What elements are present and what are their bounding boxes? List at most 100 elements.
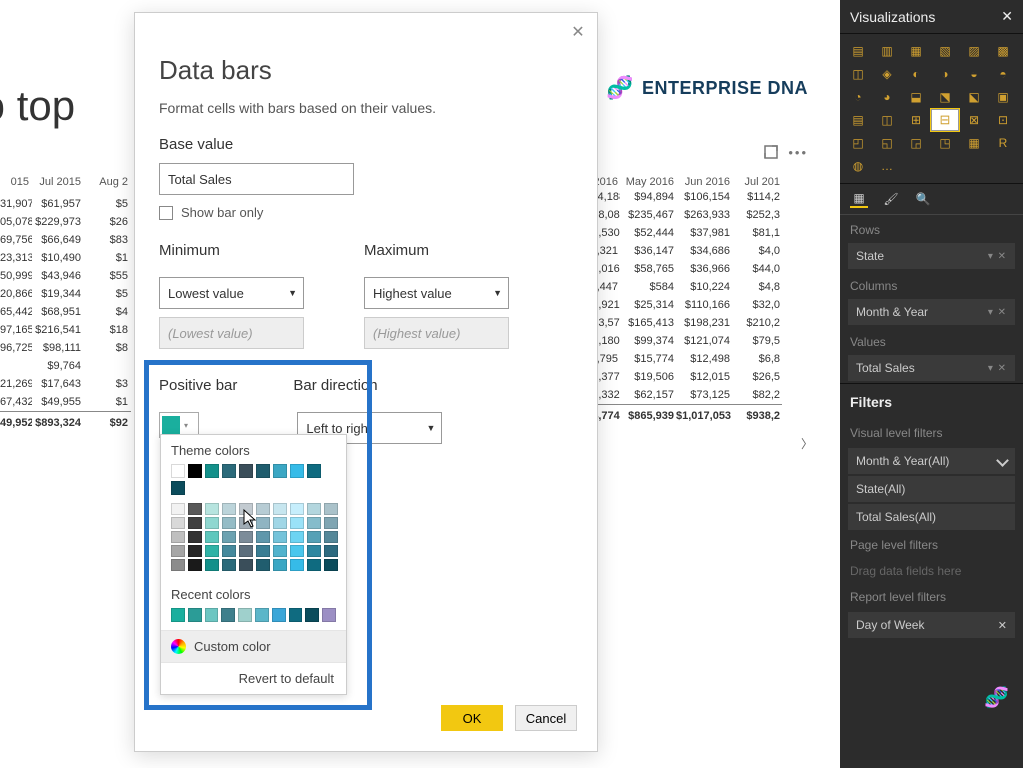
color-swatch[interactable] xyxy=(272,608,286,622)
more-options-icon[interactable]: ••• xyxy=(788,145,808,160)
color-swatch[interactable] xyxy=(307,531,321,543)
viz-type-icon[interactable]: ▣ xyxy=(989,86,1017,108)
drag-fields-hint[interactable]: Drag data fields here xyxy=(840,558,1023,584)
viz-type-icon[interactable]: ◔ xyxy=(844,86,872,108)
viz-type-icon[interactable]: ⊡ xyxy=(989,109,1017,131)
color-swatch[interactable] xyxy=(324,559,338,571)
color-swatch[interactable] xyxy=(290,545,304,557)
format-tab-icon[interactable]: 🖌 xyxy=(882,190,900,208)
color-swatch[interactable] xyxy=(256,531,270,543)
close-icon[interactable]: ✕ xyxy=(569,23,587,41)
color-swatch[interactable] xyxy=(324,531,338,543)
color-swatch[interactable] xyxy=(205,517,219,529)
color-swatch[interactable] xyxy=(205,464,219,478)
viz-type-icon[interactable]: ▩ xyxy=(989,40,1017,62)
viz-type-icon[interactable]: ⊠ xyxy=(960,109,988,131)
color-swatch[interactable] xyxy=(290,464,304,478)
show-bar-only-checkbox[interactable]: Show bar only xyxy=(159,205,573,220)
color-swatch[interactable] xyxy=(222,464,236,478)
viz-type-icon[interactable]: ◫ xyxy=(873,109,901,131)
filter-month-year[interactable]: Month & Year(All) xyxy=(848,448,1015,474)
color-swatch[interactable] xyxy=(290,517,304,529)
color-swatch[interactable] xyxy=(239,559,253,571)
color-swatch[interactable] xyxy=(273,559,287,571)
rows-field-well[interactable]: State▾ ✕ xyxy=(848,243,1015,269)
color-swatch[interactable] xyxy=(188,517,202,529)
color-swatch[interactable] xyxy=(256,559,270,571)
filter-state[interactable]: State(All) xyxy=(848,476,1015,502)
values-field-well[interactable]: Total Sales▾ ✕ xyxy=(848,355,1015,381)
color-swatch[interactable] xyxy=(171,545,185,557)
color-swatch[interactable] xyxy=(188,503,202,515)
filter-total-sales[interactable]: Total Sales(All) xyxy=(848,504,1015,530)
focus-mode-icon[interactable] xyxy=(764,145,778,159)
close-icon[interactable]: ✕ xyxy=(1001,8,1013,25)
viz-type-icon[interactable]: R xyxy=(989,132,1017,154)
color-swatch[interactable] xyxy=(205,608,219,622)
color-swatch[interactable] xyxy=(239,531,253,543)
maximum-mode-select[interactable]: Highest value▼ xyxy=(364,277,509,309)
color-swatch[interactable] xyxy=(222,531,236,543)
color-swatch[interactable] xyxy=(222,503,236,515)
color-swatch[interactable] xyxy=(324,517,338,529)
color-swatch[interactable] xyxy=(205,559,219,571)
color-swatch[interactable] xyxy=(239,503,253,515)
viz-type-icon[interactable]: ◑ xyxy=(931,63,959,85)
color-swatch[interactable] xyxy=(205,545,219,557)
viz-type-icon[interactable]: ◱ xyxy=(873,132,901,154)
color-swatch[interactable] xyxy=(221,608,235,622)
color-swatch[interactable] xyxy=(188,559,202,571)
viz-type-icon[interactable]: ◕ xyxy=(873,86,901,108)
color-swatch[interactable] xyxy=(324,545,338,557)
viz-type-icon[interactable]: ▥ xyxy=(873,40,901,62)
filter-day-of-week[interactable]: Day of Week✕ xyxy=(848,612,1015,638)
color-swatch[interactable] xyxy=(171,503,185,515)
color-swatch[interactable] xyxy=(255,608,269,622)
viz-type-icon[interactable]: ◐ xyxy=(902,63,930,85)
color-swatch[interactable] xyxy=(205,531,219,543)
ok-button[interactable]: OK xyxy=(441,705,503,731)
fields-tab-icon[interactable]: ▦ xyxy=(850,190,868,208)
viz-type-icon[interactable]: … xyxy=(873,155,901,177)
viz-type-icon[interactable]: ◫ xyxy=(844,63,872,85)
viz-type-icon[interactable]: ◳ xyxy=(931,132,959,154)
custom-color-button[interactable]: Custom color xyxy=(161,630,346,662)
color-swatch[interactable] xyxy=(289,608,303,622)
color-swatch[interactable] xyxy=(171,481,185,495)
color-swatch[interactable] xyxy=(239,464,253,478)
color-swatch[interactable] xyxy=(273,531,287,543)
color-swatch[interactable] xyxy=(188,531,202,543)
viz-type-icon[interactable]: ◲ xyxy=(902,132,930,154)
analytics-tab-icon[interactable]: 🔍 xyxy=(914,190,932,208)
color-swatch[interactable] xyxy=(273,464,287,478)
color-swatch[interactable] xyxy=(273,517,287,529)
color-swatch[interactable] xyxy=(290,559,304,571)
color-swatch[interactable] xyxy=(222,559,236,571)
color-swatch[interactable] xyxy=(256,545,270,557)
viz-type-icon[interactable]: ⊞ xyxy=(902,109,930,131)
minimum-mode-select[interactable]: Lowest value▼ xyxy=(159,277,304,309)
viz-type-icon[interactable]: ⬔ xyxy=(931,86,959,108)
color-swatch[interactable] xyxy=(307,559,321,571)
color-swatch[interactable] xyxy=(171,559,185,571)
viz-type-icon[interactable]: ▦ xyxy=(960,132,988,154)
color-swatch[interactable] xyxy=(322,608,336,622)
viz-type-icon[interactable]: ▦ xyxy=(902,40,930,62)
color-swatch[interactable] xyxy=(307,464,321,478)
viz-type-icon[interactable]: ◰ xyxy=(844,132,872,154)
color-swatch[interactable] xyxy=(273,545,287,557)
viz-type-icon[interactable]: ◓ xyxy=(989,63,1017,85)
viz-type-icon[interactable]: ◈ xyxy=(873,63,901,85)
viz-type-icon[interactable]: ◒ xyxy=(960,63,988,85)
cancel-button[interactable]: Cancel xyxy=(515,705,577,731)
revert-to-default-button[interactable]: Revert to default xyxy=(161,662,346,694)
color-swatch[interactable] xyxy=(188,464,202,478)
scroll-right-icon[interactable]: 〉 xyxy=(801,435,813,452)
close-icon[interactable]: ✕ xyxy=(998,619,1007,632)
columns-field-well[interactable]: Month & Year▾ ✕ xyxy=(848,299,1015,325)
color-swatch[interactable] xyxy=(290,503,304,515)
color-swatch[interactable] xyxy=(222,517,236,529)
color-swatch[interactable] xyxy=(238,608,252,622)
viz-type-icon[interactable]: ▧ xyxy=(931,40,959,62)
color-swatch[interactable] xyxy=(307,517,321,529)
